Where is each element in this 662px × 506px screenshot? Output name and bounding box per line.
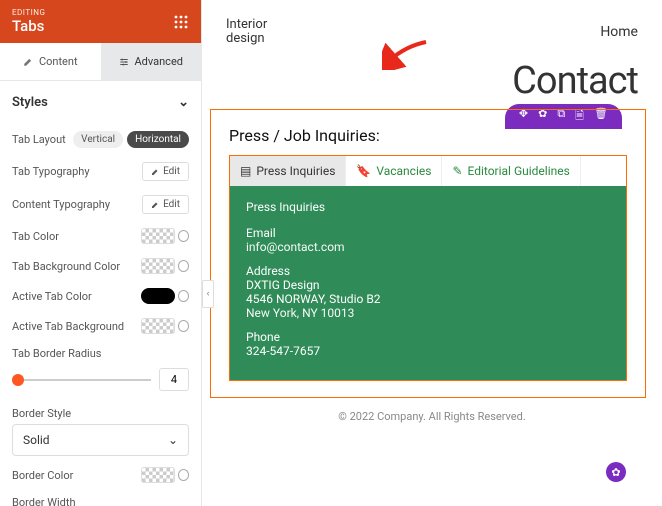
widget-canvas[interactable]: Press / Job Inquiries: ▤ Press Inquiries…: [210, 109, 646, 398]
border-color-field: Border Color: [12, 460, 189, 490]
border-radius-label: Tab Border Radius: [12, 341, 189, 364]
page-title: Contact: [226, 59, 638, 103]
border-style-label: Border Style: [12, 401, 189, 424]
address-line: DXTIG Design: [246, 278, 610, 292]
chevron-down-icon: ⌄: [178, 95, 189, 110]
content-tab[interactable]: Content: [0, 43, 101, 80]
advanced-tab-label: Advanced: [135, 55, 183, 68]
color-picker[interactable]: [141, 318, 189, 334]
active-tab-color-field: Active Tab Color: [12, 281, 189, 311]
email-label: Email: [246, 226, 610, 240]
globe-icon: [178, 230, 189, 242]
field-label: Tab Color: [12, 230, 59, 243]
content-typography-field: Content Typography Edit: [12, 188, 189, 221]
tab-bg-field: Tab Background Color: [12, 251, 189, 281]
field-label: Tab Typography: [12, 165, 90, 178]
content-heading: Press Inquiries: [246, 200, 610, 214]
tab-layout-field: Tab Layout Vertical Horizontal: [12, 124, 189, 155]
color-picker[interactable]: [141, 228, 189, 244]
advanced-tab[interactable]: Advanced: [101, 43, 202, 80]
field-label: Active Tab Background: [12, 320, 124, 333]
apps-grid-icon[interactable]: [173, 14, 189, 30]
brand-logo[interactable]: Interior design: [226, 18, 286, 47]
radius-slider[interactable]: [12, 379, 151, 381]
field-label: Border Color: [12, 469, 73, 482]
pen-icon: ✎: [452, 164, 462, 178]
tab-vacancies[interactable]: 🔖 Vacancies: [346, 156, 442, 186]
color-picker[interactable]: [141, 467, 189, 483]
editor-sidebar: EDITING Tabs Content Advanced Styles ⌄ T…: [0, 0, 202, 506]
layout-vertical[interactable]: Vertical: [73, 131, 123, 148]
tab-content: Press Inquiries Email info@contact.com A…: [230, 186, 626, 380]
tab-editorial[interactable]: ✎ Editorial Guidelines: [442, 156, 580, 186]
panel-tabs: Content Advanced: [0, 43, 201, 81]
chevron-down-icon: ⌄: [168, 433, 178, 447]
field-label: Tab Background Color: [12, 260, 120, 273]
list-icon: ▤: [240, 164, 251, 178]
address-line: 4546 NORWAY, Studio B2: [246, 292, 610, 306]
site-footer: © 2022 Company. All Rights Reserved.: [202, 398, 662, 437]
tab-press-inquiries[interactable]: ▤ Press Inquiries: [230, 156, 346, 186]
editing-header: EDITING Tabs: [0, 0, 201, 43]
edit-typography-button[interactable]: Edit: [142, 162, 189, 181]
section-title: Styles: [12, 95, 48, 110]
collapse-sidebar-handle[interactable]: ‹: [202, 280, 214, 308]
color-picker[interactable]: [141, 258, 189, 274]
globe-icon: [178, 320, 189, 332]
site-header: Interior design Home: [202, 0, 662, 59]
tabs-widget: ▤ Press Inquiries 🔖 Vacancies ✎ Editoria…: [229, 155, 627, 381]
bookmark-icon: 🔖: [356, 164, 371, 178]
section-heading: Press / Job Inquiries:: [229, 126, 627, 145]
edit-content-typography-button[interactable]: Edit: [142, 195, 189, 214]
sliders-icon: [119, 57, 129, 67]
field-label: Tab Layout: [12, 133, 66, 146]
address-label: Address: [246, 264, 610, 278]
tabs-header: ▤ Press Inquiries 🔖 Vacancies ✎ Editoria…: [230, 156, 626, 186]
radius-input[interactable]: [159, 368, 189, 391]
border-width-label: Border Width: [12, 490, 189, 506]
tab-color-field: Tab Color: [12, 221, 189, 251]
tab-typography-field: Tab Typography Edit: [12, 155, 189, 188]
content-tab-label: Content: [39, 55, 78, 68]
border-style-select[interactable]: Solid ⌄: [12, 424, 189, 456]
field-label: Content Typography: [12, 198, 110, 211]
pencil-icon: [151, 201, 159, 209]
color-picker[interactable]: [141, 288, 189, 304]
pencil-icon: [23, 57, 33, 67]
active-tab-bg-field: Active Tab Background: [12, 311, 189, 341]
phone-label: Phone: [246, 330, 610, 344]
styles-section-header[interactable]: Styles ⌄: [12, 81, 189, 124]
styles-panel: Styles ⌄ Tab Layout Vertical Horizontal …: [0, 81, 201, 506]
pencil-icon: [151, 168, 159, 176]
email-value: info@contact.com: [246, 240, 610, 254]
editing-label: EDITING: [12, 8, 45, 17]
nav-home[interactable]: Home: [600, 24, 638, 40]
page-title-wrap: Contact ✥ ✿ ⧉ 🗎 🗑: [202, 59, 662, 109]
address-line: New York, NY 10013: [246, 306, 610, 320]
globe-icon: [178, 290, 189, 302]
globe-icon: [178, 469, 189, 481]
globe-icon: [178, 260, 189, 272]
settings-fab[interactable]: ✿: [606, 462, 626, 482]
preview-area: ‹ Interior design Home Contact ✥ ✿ ⧉ 🗎 🗑…: [202, 0, 662, 506]
border-radius-control: [12, 364, 189, 401]
field-label: Active Tab Color: [12, 290, 92, 303]
widget-name: Tabs: [12, 17, 44, 35]
phone-value: 324-547-7657: [246, 344, 610, 358]
layout-horizontal[interactable]: Horizontal: [127, 131, 189, 148]
